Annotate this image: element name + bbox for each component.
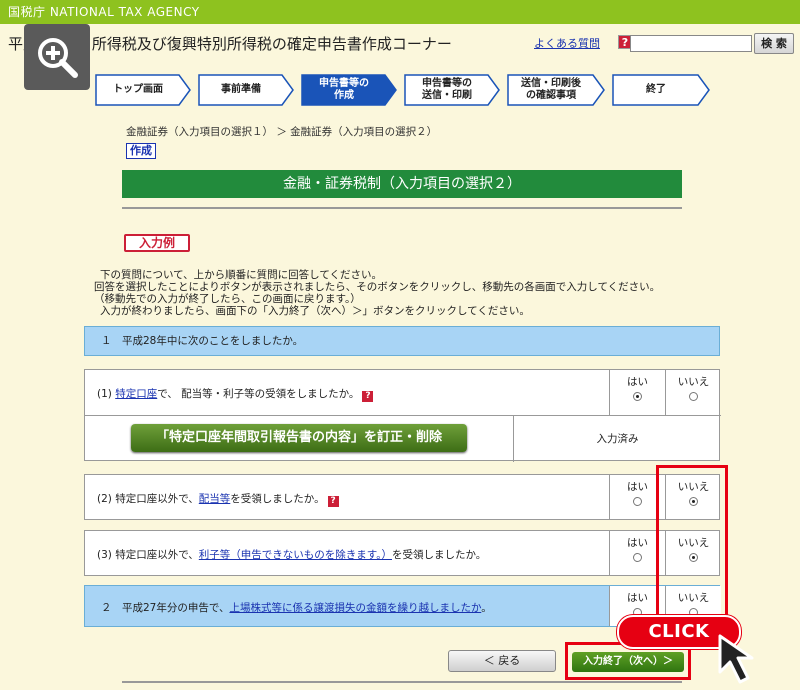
question1-header: １ 平成28年中に次のことをしましたか。	[84, 326, 720, 356]
no-label: いいえ	[677, 376, 710, 388]
help-icon[interactable]: ?	[327, 496, 339, 507]
step-label: 事前準備	[221, 84, 261, 95]
step-label: トップ画面	[113, 84, 163, 95]
step-preparation: 事前準備	[198, 74, 294, 106]
entered-status: 入力済み	[513, 416, 721, 462]
question-prefix: (3) 特定口座以外で、	[97, 549, 199, 561]
question-row: (1) 特定口座で、 配当等・利子等の受領をしましたか。? はい いいえ	[85, 370, 721, 416]
question-text: (3) 特定口座以外で、利子等（申告できないものを除きます。）を受領しましたか。	[97, 547, 486, 562]
question-1-2: (2) 特定口座以外で、配当等を受領しましたか。? はい いいえ	[84, 474, 720, 520]
interest-link[interactable]: 利子等（申告できないものを除きます。）	[199, 549, 392, 561]
help-icon[interactable]: ?	[362, 391, 374, 402]
step-top: トップ画面	[95, 74, 191, 106]
zoom-in-button[interactable]	[24, 24, 90, 90]
yes-label: はい	[627, 376, 648, 388]
agency-name: 国税庁 NATIONAL TAX AGENCY	[8, 5, 200, 19]
instruction-line: （移動先での入力が終了したら、この画面に戻ります。）	[94, 293, 361, 305]
search-input[interactable]	[630, 35, 752, 52]
instructions: 下の質問について、上から順番に質問に回答してください。 回答を選択したことにより…	[94, 269, 660, 317]
yes-radio[interactable]	[633, 392, 642, 401]
search-button[interactable]: 検 索	[754, 33, 794, 54]
question-suffix: を受領しましたか。	[392, 549, 487, 561]
divider	[122, 681, 682, 683]
instruction-line: 下の質問について、上から順番に質問に回答してください。	[100, 269, 383, 281]
section-title: 金融・証券税制（入力項目の選択２）	[122, 170, 682, 198]
question-text: (1) 特定口座で、 配当等・利子等の受領をしましたか。?	[97, 386, 374, 402]
tokutei-koza-link[interactable]: 特定口座	[115, 388, 157, 400]
yes-radio[interactable]	[633, 553, 642, 562]
yes-radio[interactable]	[633, 497, 642, 506]
question-suffix: を受領しましたか。	[230, 493, 325, 505]
question-text: ２ 平成27年分の申告で、上場株式等に係る譲渡損失の金額を繰り越しましたか。	[101, 600, 492, 615]
loss-carryover-link[interactable]: 上場株式等に係る譲渡損失の金額を繰り越しましたか	[229, 602, 481, 614]
dividend-link[interactable]: 配当等	[199, 493, 231, 505]
question-1-1: (1) 特定口座で、 配当等・利子等の受領をしましたか。? はい いいえ 「特定…	[84, 369, 721, 462]
answer-yes[interactable]: はい	[609, 370, 665, 416]
create-tag: 作成	[126, 143, 156, 159]
answer-no[interactable]: いいえ	[665, 370, 721, 416]
faq-label: よくある質問	[534, 37, 600, 50]
back-button[interactable]: ＜ 戻る	[448, 650, 556, 672]
step-label: 送信・印刷後 の確認事項	[521, 78, 581, 101]
agency-topbar: 国税庁 NATIONAL TAX AGENCY	[0, 0, 800, 24]
cursor-arrow-icon	[718, 634, 754, 684]
input-example-button[interactable]: 入力例	[124, 234, 190, 252]
question-prefix: (2) 特定口座以外で、	[97, 493, 199, 505]
step-end: 終了	[612, 74, 710, 106]
instruction-line: 回答を選択したことによりボタンが表示されましたら、そのボタンをクリックし、移動先…	[94, 281, 661, 293]
question-prefix: (1)	[97, 388, 116, 400]
step-send-print: 申告書等の 送信・印刷	[404, 74, 500, 106]
zoom-in-icon	[38, 38, 78, 78]
breadcrumb: 金融証券（入力項目の選択１） ＞ 金融証券（入力項目の選択２）	[126, 126, 438, 138]
highlight-frame-no-column	[656, 465, 728, 627]
instruction-line: 入力が終わりましたら、画面下の「入力終了（次へ）＞」ボタンをクリックしてください…	[100, 305, 530, 317]
question-prefix: ２ 平成27年分の申告で、	[101, 602, 230, 614]
question-1-3: (3) 特定口座以外で、利子等（申告できないものを除きます。）を受領しましたか。…	[84, 530, 720, 576]
edit-report-button[interactable]: 「特定口座年間取引報告書の内容」を訂正・削除	[131, 424, 467, 452]
step-confirm: 送信・印刷後 の確認事項	[507, 74, 605, 106]
faq-link[interactable]: ? よくある質問	[534, 35, 632, 51]
step-label: 終了	[646, 84, 666, 95]
divider	[122, 207, 682, 209]
step-label: 申告書等の 送信・印刷	[422, 78, 472, 101]
question-suffix: で、 配当等・利子等の受領をしましたか。	[157, 388, 360, 400]
step-create-active: 申告書等の 作成	[301, 74, 397, 106]
step-label: 申告書等の 作成	[319, 78, 369, 101]
page-header: 平成28年分 所得税及び復興特別所得税の確定申告書作成コーナー ? よくある質問 …	[0, 24, 800, 64]
action-row: 「特定口座年間取引報告書の内容」を訂正・削除 入力済み	[85, 416, 721, 462]
question-text: (2) 特定口座以外で、配当等を受領しましたか。?	[97, 491, 339, 507]
main-content: トップ画面 事前準備 申告書等の 作成 申告書等の 送信・印刷 送信・印刷後 の…	[0, 64, 800, 690]
no-radio[interactable]	[689, 392, 698, 401]
question-suffix: 。	[481, 602, 492, 614]
